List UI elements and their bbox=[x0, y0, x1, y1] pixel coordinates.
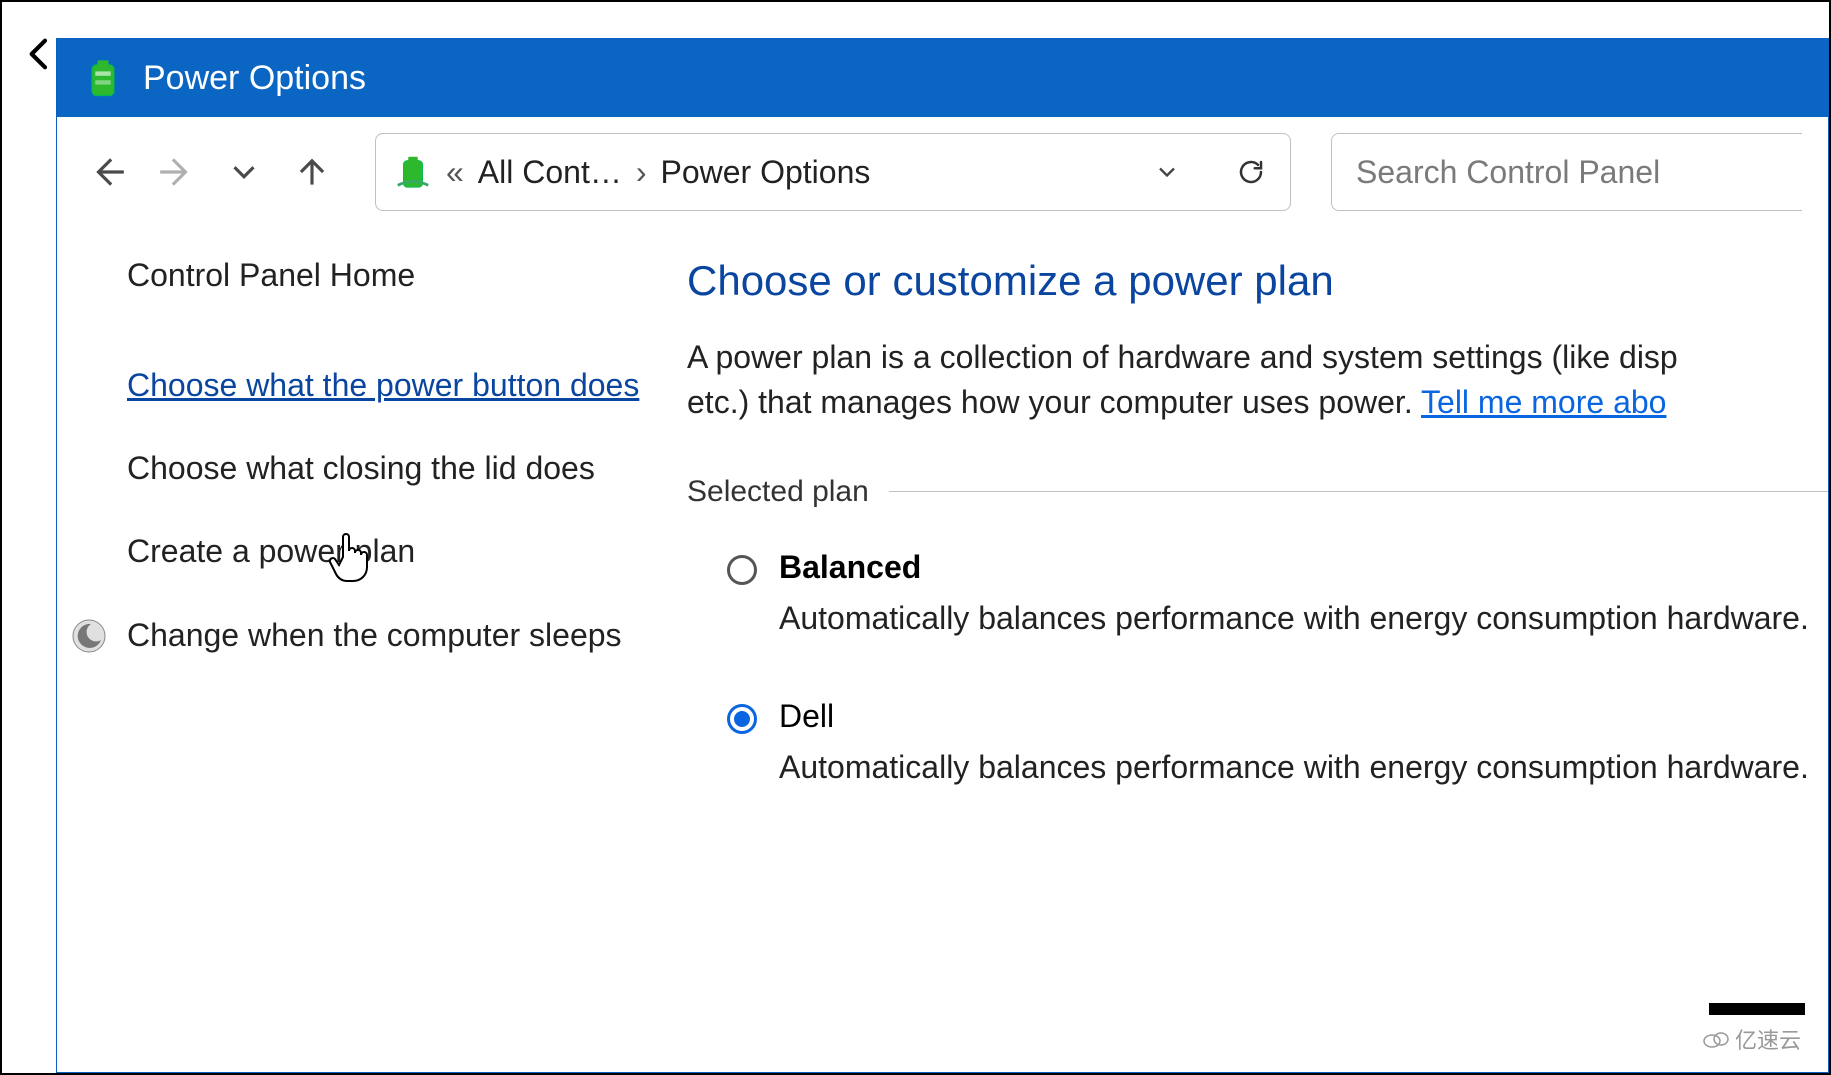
sidebar-link-computer-sleeps[interactable]: Change when the computer sleeps bbox=[127, 614, 647, 657]
outer-back-arrow bbox=[20, 34, 60, 79]
breadcrumb-prefix: « bbox=[446, 154, 464, 191]
section-label: Selected plan bbox=[687, 475, 869, 509]
breadcrumb-separator: › bbox=[636, 154, 647, 191]
selected-plan-section: Selected plan bbox=[687, 475, 1828, 509]
nav-recent-dropdown[interactable] bbox=[219, 147, 269, 197]
battery-icon bbox=[394, 153, 432, 191]
radio-dell[interactable] bbox=[727, 704, 757, 734]
plan-description: Automatically balances performance with … bbox=[779, 596, 1828, 641]
window-title: Power Options bbox=[143, 59, 366, 98]
radio-balanced[interactable] bbox=[727, 555, 757, 585]
battery-icon bbox=[81, 56, 125, 100]
plan-balanced[interactable]: Balanced Automatically balances performa… bbox=[687, 549, 1828, 641]
titlebar: Power Options bbox=[57, 39, 1828, 117]
sidebar-link-power-button[interactable]: Choose what the power button does bbox=[127, 364, 647, 407]
tell-me-more-link[interactable]: Tell me more abo bbox=[1421, 384, 1666, 420]
nav-toolbar: « All Cont… › Power Options Search Contr… bbox=[57, 117, 1828, 227]
breadcrumb-item-power-options[interactable]: Power Options bbox=[661, 154, 871, 191]
plan-name: Balanced bbox=[779, 549, 1828, 586]
refresh-button[interactable] bbox=[1230, 151, 1272, 193]
content-area: Control Panel Home Choose what the power… bbox=[57, 227, 1828, 848]
sidebar-link-create-plan[interactable]: Create a power plan bbox=[127, 530, 647, 573]
plan-dell[interactable]: Dell Automatically balances performance … bbox=[687, 698, 1828, 790]
nav-up-button[interactable] bbox=[287, 147, 337, 197]
sidebar: Control Panel Home Choose what the power… bbox=[127, 257, 687, 848]
address-dropdown[interactable] bbox=[1146, 151, 1188, 193]
page-description: A power plan is a collection of hardware… bbox=[687, 335, 1828, 425]
moon-icon bbox=[71, 618, 107, 654]
address-bar[interactable]: « All Cont… › Power Options bbox=[375, 133, 1291, 211]
nav-back-button[interactable] bbox=[83, 147, 133, 197]
sidebar-link-closing-lid[interactable]: Choose what closing the lid does bbox=[127, 447, 647, 490]
page-heading: Choose or customize a power plan bbox=[687, 257, 1828, 305]
breadcrumb-item-all[interactable]: All Cont… bbox=[478, 154, 622, 191]
search-input[interactable]: Search Control Panel bbox=[1331, 133, 1802, 211]
plan-description: Automatically balances performance with … bbox=[779, 745, 1828, 790]
watermark: 亿速云 bbox=[1703, 1023, 1801, 1055]
control-panel-home-link[interactable]: Control Panel Home bbox=[127, 257, 647, 294]
main-panel: Choose or customize a power plan A power… bbox=[687, 257, 1828, 848]
nav-forward-button[interactable] bbox=[151, 147, 201, 197]
control-panel-window: Power Options « All Cont… › Power Option… bbox=[56, 38, 1829, 1073]
plan-name: Dell bbox=[779, 698, 1828, 735]
section-divider bbox=[889, 491, 1828, 492]
watermark-bar bbox=[1709, 1003, 1805, 1015]
search-placeholder: Search Control Panel bbox=[1356, 154, 1660, 191]
